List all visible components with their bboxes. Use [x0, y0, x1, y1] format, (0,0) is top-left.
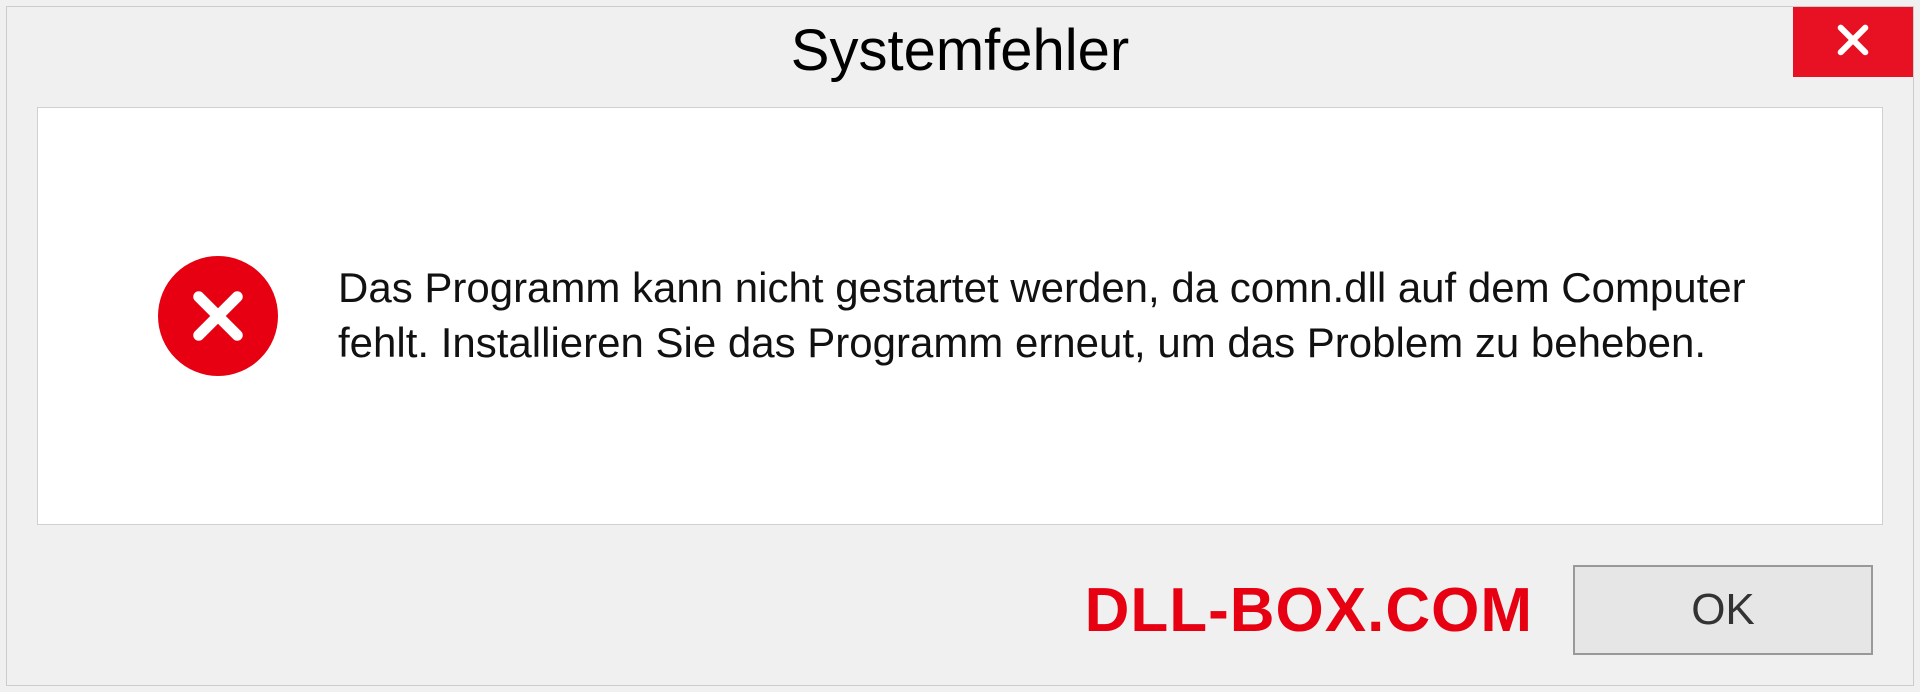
titlebar: Systemfehler	[7, 7, 1913, 97]
error-icon	[158, 256, 278, 376]
ok-button[interactable]: OK	[1573, 565, 1873, 655]
error-dialog: Systemfehler Das Programm kann nicht ges…	[6, 6, 1914, 686]
watermark-text: DLL-BOX.COM	[1085, 575, 1533, 646]
close-icon	[1832, 19, 1874, 66]
dialog-footer: DLL-BOX.COM OK	[7, 545, 1913, 685]
close-button[interactable]	[1793, 7, 1913, 77]
content-panel: Das Programm kann nicht gestartet werden…	[37, 107, 1883, 525]
error-message: Das Programm kann nicht gestartet werden…	[338, 261, 1792, 370]
dialog-title: Systemfehler	[791, 7, 1129, 84]
